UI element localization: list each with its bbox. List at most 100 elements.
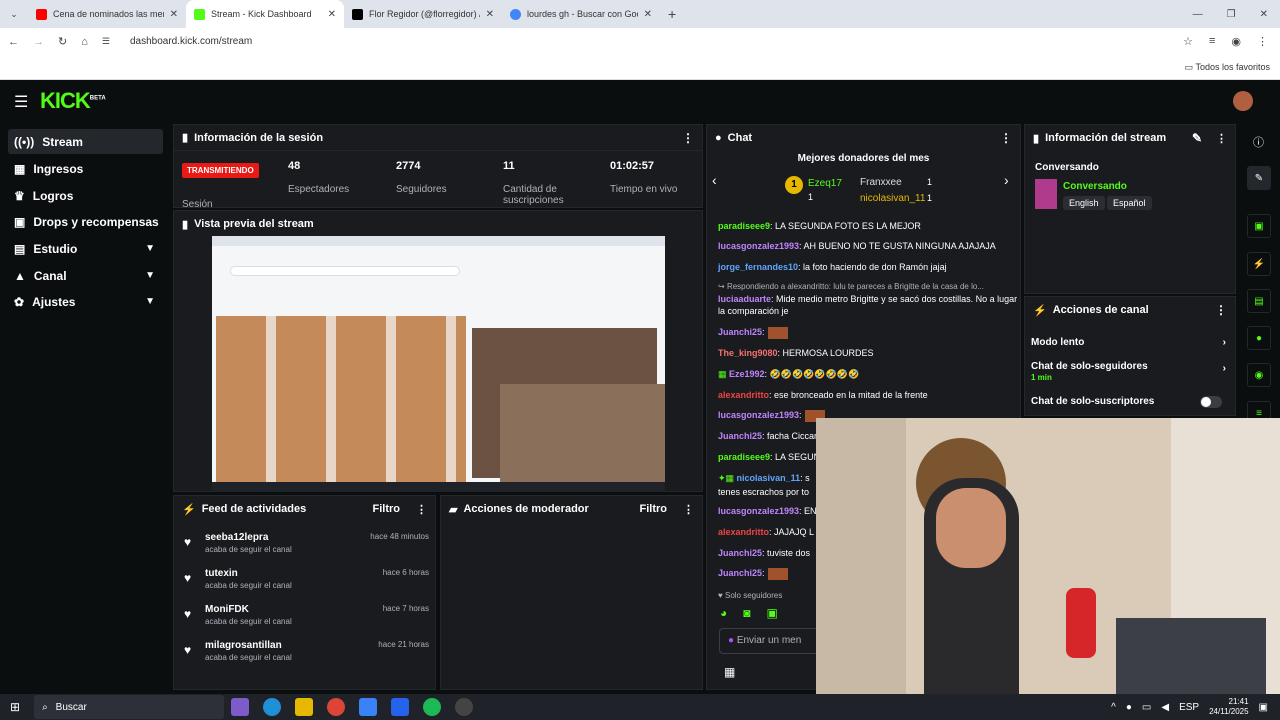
close-icon[interactable]: ✕ <box>486 9 494 20</box>
more-icon[interactable]: ⋮ <box>416 503 427 516</box>
network-icon[interactable]: ▭ <box>1142 702 1151 713</box>
back-icon[interactable]: ← <box>8 36 19 48</box>
clip-icon[interactable]: ▣ <box>1247 214 1271 238</box>
browser-tab[interactable]: Flor Regidor (@florregidor) / X ✕ <box>344 0 502 28</box>
close-icon[interactable]: ✕ <box>328 9 336 20</box>
new-tab-icon[interactable]: + <box>668 6 676 22</box>
document-icon[interactable]: ▤ <box>1247 289 1271 313</box>
app-icon[interactable] <box>391 698 410 716</box>
category-name[interactable]: Conversando <box>1063 181 1127 192</box>
explorer-icon[interactable] <box>295 698 314 716</box>
clock[interactable]: 21:41 24/11/2025 <box>1209 697 1248 717</box>
maximize-icon[interactable]: ❐ <box>1227 9 1236 20</box>
close-icon[interactable]: ✕ <box>644 9 652 20</box>
chat-user[interactable]: paradiseee9 <box>718 221 770 231</box>
bolt-icon[interactable]: ⚡ <box>1247 252 1271 276</box>
taskbar-search[interactable]: ⌕ Buscar <box>34 695 225 719</box>
emote-icon[interactable]: ◙ <box>743 606 750 620</box>
avatar[interactable] <box>1233 91 1253 111</box>
edit-icon[interactable]: ✎ <box>1192 131 1202 145</box>
sidebar-item-ajustes[interactable]: ✿ Ajustes ▼ <box>8 289 163 314</box>
chat-user[interactable]: Juanchi25 <box>718 431 762 441</box>
chat-user[interactable]: alexandritto <box>718 527 769 537</box>
chat-user[interactable]: luciaaduarte <box>718 294 771 304</box>
browser-tab-active[interactable]: Stream - Kick Dashboard ✕ <box>186 0 344 28</box>
mod-filter-button[interactable]: Filtro <box>640 503 668 515</box>
followers-only-row[interactable]: Chat de solo-seguidores 1 min › <box>1031 361 1226 383</box>
more-icon[interactable]: ⋮ <box>683 503 694 516</box>
chat-user[interactable]: nicolasivan_11 <box>737 473 801 483</box>
more-icon[interactable]: ⋮ <box>1000 131 1012 145</box>
broadcast-icon[interactable]: ◉ <box>1247 363 1271 387</box>
browser-tab[interactable]: lourdes gh - Buscar con Google ✕ <box>502 0 660 28</box>
donor-name[interactable]: Ezeq17 <box>808 178 842 189</box>
feed-user[interactable]: seeba12lepra <box>205 532 268 543</box>
chat-bubble-icon[interactable]: ● <box>1247 326 1271 350</box>
tab-search-icon[interactable]: ⌄ <box>0 9 28 20</box>
emote-icon[interactable]: ◕ <box>720 606 727 620</box>
more-icon[interactable]: ⋮ <box>1215 303 1227 317</box>
slow-mode-row[interactable]: Modo lento › <box>1031 337 1226 348</box>
feed-filter-button[interactable]: Filtro <box>373 503 401 515</box>
chevron-up-icon[interactable]: ^ <box>1111 702 1116 713</box>
edit-layout-icon[interactable]: ✎ <box>1247 166 1271 190</box>
chat-user[interactable]: Juanchi25 <box>718 568 762 578</box>
sidebar-item-logros[interactable]: ♛ Logros <box>8 183 163 208</box>
reading-list-icon[interactable]: ≡ <box>1209 35 1215 48</box>
stream-preview-video[interactable] <box>212 236 665 492</box>
chevron-left-icon[interactable]: ‹ <box>712 172 717 188</box>
edge-icon[interactable] <box>263 698 282 716</box>
chrome-icon[interactable] <box>327 698 346 716</box>
chat-user[interactable]: alexandritto <box>718 390 769 400</box>
sidebar-item-ingresos[interactable]: ▦ Ingresos <box>8 156 163 181</box>
sidebar-item-drops[interactable]: ▣ Drops y recompensas <box>8 209 163 234</box>
sidebar-item-stream[interactable]: ((•)) Stream <box>8 129 163 154</box>
chat-user[interactable]: lucasgonzalez1993 <box>718 410 799 420</box>
feed-user[interactable]: tutexin <box>205 568 238 579</box>
volume-icon[interactable]: ◀ <box>1161 702 1169 713</box>
donor-name[interactable]: nicolasivan_11 <box>860 193 925 204</box>
language-indicator[interactable]: ESP <box>1179 702 1199 713</box>
gift-icon[interactable]: ▦ <box>724 665 735 679</box>
chevron-right-icon[interactable]: › <box>1004 172 1009 188</box>
copilot-icon[interactable] <box>231 698 250 716</box>
reload-icon[interactable]: ↻ <box>58 35 67 48</box>
kick-logo[interactable]: KICKBETA <box>40 88 106 114</box>
chat-input[interactable]: ● Enviar un men <box>719 628 819 654</box>
home-icon[interactable]: ⌂ <box>81 36 88 48</box>
store-icon[interactable] <box>359 698 378 716</box>
obs-icon[interactable] <box>455 698 474 716</box>
hamburger-icon[interactable]: ☰ <box>14 92 28 112</box>
chat-user[interactable]: Juanchi25 <box>718 548 762 558</box>
more-icon[interactable]: ⋮ <box>682 131 694 145</box>
forward-icon[interactable]: → <box>33 36 44 48</box>
close-window-icon[interactable]: ✕ <box>1260 9 1268 20</box>
mic-icon[interactable]: ● <box>1126 702 1132 713</box>
sidebar-item-canal[interactable]: ▲ Canal ▼ <box>8 263 163 288</box>
chat-user[interactable]: jorge_fernandes10 <box>718 262 798 272</box>
feed-user[interactable]: MoniFDK <box>205 604 249 615</box>
more-icon[interactable]: ⋮ <box>1216 132 1227 145</box>
feed-user[interactable]: milagrosantillan <box>205 640 282 651</box>
notification-icon[interactable]: ▣ <box>1259 702 1268 713</box>
browser-tab[interactable]: Cena de nominados las menti ✕ <box>28 0 186 28</box>
chat-user[interactable]: The_king9080 <box>718 348 778 358</box>
url-field[interactable]: dashboard.kick.com/stream <box>129 36 253 47</box>
profile-icon[interactable]: ◉ <box>1231 35 1241 48</box>
minimize-icon[interactable]: — <box>1193 9 1203 20</box>
all-favorites[interactable]: ▭ Todos los favoritos <box>1185 62 1270 73</box>
subs-only-toggle[interactable] <box>1200 396 1222 408</box>
chat-user[interactable]: paradiseee9 <box>718 452 770 462</box>
bookmark-star-icon[interactable]: ☆ <box>1183 35 1193 48</box>
close-icon[interactable]: ✕ <box>170 9 178 20</box>
site-info-icon[interactable]: ☰ <box>102 36 110 47</box>
chat-user[interactable]: Juanchi25 <box>718 327 762 337</box>
info-icon[interactable]: ⓘ <box>1253 134 1264 150</box>
chat-user[interactable]: Eze1992 <box>729 369 765 379</box>
chat-user[interactable]: lucasgonzalez1993 <box>718 506 799 516</box>
donor-name[interactable]: Franxxee <box>860 177 902 188</box>
sidebar-item-estudio[interactable]: ▤ Estudio ▼ <box>8 236 163 261</box>
spotify-icon[interactable] <box>423 698 442 716</box>
emote-icon[interactable]: ▣ <box>767 606 778 620</box>
chat-user[interactable]: lucasgonzalez1993 <box>718 241 799 251</box>
